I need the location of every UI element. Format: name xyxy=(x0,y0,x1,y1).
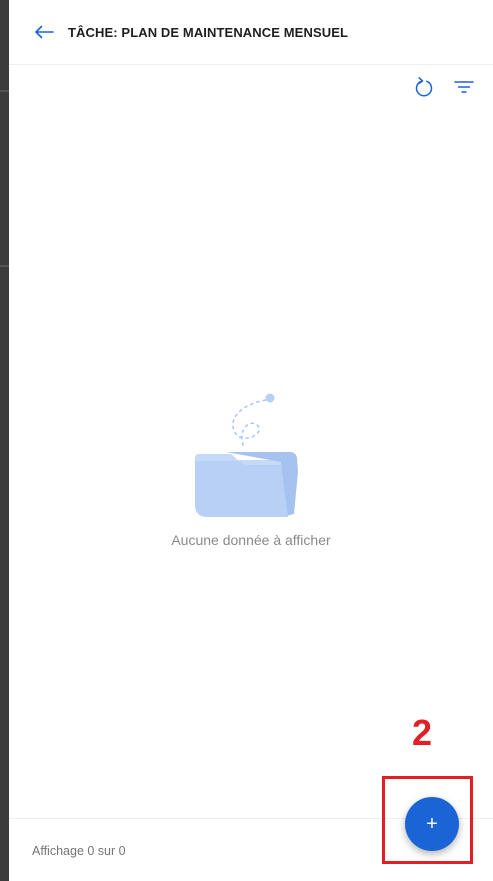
back-button[interactable] xyxy=(33,21,55,43)
edge-divider xyxy=(0,90,9,92)
filter-button[interactable] xyxy=(453,76,475,98)
edge-divider xyxy=(0,265,9,267)
pagination-summary: Affichage 0 sur 0 xyxy=(32,844,126,858)
step-annotation: 2 xyxy=(412,712,433,753)
page: TÂCHE: PLAN DE MAINTENANCE MENSUEL Aucun… xyxy=(0,0,493,881)
window-edge xyxy=(0,0,9,881)
refresh-icon xyxy=(415,77,433,97)
add-button[interactable]: + xyxy=(405,797,459,851)
refresh-button[interactable] xyxy=(413,76,435,98)
empty-folder-icon xyxy=(195,393,298,517)
page-title: TÂCHE: PLAN DE MAINTENANCE MENSUEL xyxy=(68,24,349,40)
plus-icon: + xyxy=(426,812,438,835)
filter-icon xyxy=(454,81,474,93)
list-toolbar xyxy=(413,76,475,98)
empty-state: Aucune donnée à afficher xyxy=(9,390,493,548)
arrow-left-icon xyxy=(35,25,54,39)
app-header: TÂCHE: PLAN DE MAINTENANCE MENSUEL xyxy=(9,0,493,65)
empty-message: Aucune donnée à afficher xyxy=(171,532,331,548)
